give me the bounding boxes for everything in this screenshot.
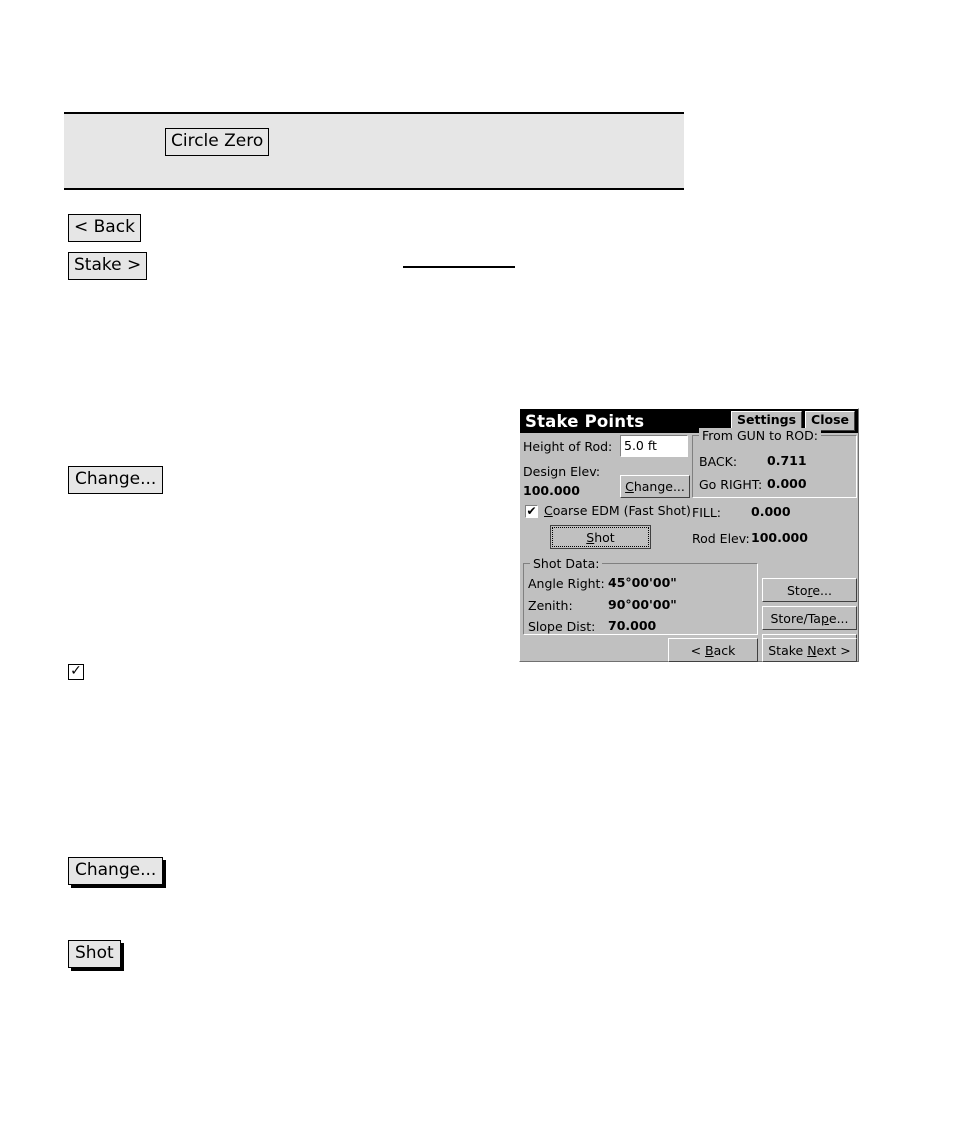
stake-button-doc[interactable]: Stake > bbox=[68, 252, 148, 280]
fill-label: FILL: bbox=[692, 505, 722, 520]
back-button-doc[interactable]: < Back bbox=[68, 214, 141, 242]
dialog-back-button[interactable]: < Back bbox=[668, 638, 758, 662]
change-accel-letter: C bbox=[625, 479, 634, 494]
zenith-label: Zenith: bbox=[528, 598, 573, 613]
store-button-label-pre: Sto bbox=[787, 582, 808, 598]
change-button-doc-2[interactable]: Change... bbox=[68, 857, 164, 885]
dialog-back-label-rest: ack bbox=[713, 642, 736, 658]
go-right-label: Go RIGHT: bbox=[699, 477, 763, 492]
coarse-edm-label: Coarse EDM (Fast Shot) bbox=[544, 503, 691, 518]
shot-button-label: hot bbox=[594, 529, 615, 545]
dialog-back-label-pre: < bbox=[690, 642, 706, 658]
page-header-band bbox=[64, 112, 684, 190]
dialog-body: Height of Rod: 5.0 ft Design Elev: 100.0… bbox=[520, 428, 858, 662]
store-button-label-rest: e... bbox=[812, 582, 832, 598]
design-elev-value: 100.000 bbox=[523, 483, 580, 498]
fill-value: 0.000 bbox=[751, 504, 791, 519]
rod-elev-label: Rod Elev: bbox=[692, 531, 750, 546]
slope-dist-label: Slope Dist: bbox=[528, 619, 596, 634]
rod-elev-value: 100.000 bbox=[751, 530, 808, 545]
height-of-rod-input[interactable]: 5.0 ft bbox=[620, 435, 688, 457]
back-distance-value: 0.711 bbox=[767, 453, 807, 468]
horizontal-rule bbox=[403, 266, 515, 268]
coarse-edm-accel-letter: C bbox=[544, 503, 553, 518]
height-of-rod-label: Height of Rod: bbox=[523, 439, 613, 454]
from-gun-to-rod-title: From GUN to ROD: bbox=[699, 428, 821, 443]
shot-button-doc[interactable]: Shot bbox=[68, 940, 121, 968]
change-button-label: hange... bbox=[633, 479, 685, 494]
store-tape-button[interactable]: Store/Tape... bbox=[762, 606, 857, 630]
shot-button[interactable]: Shot bbox=[550, 525, 651, 549]
zenith-value: 90°00'00" bbox=[608, 597, 677, 612]
store-button[interactable]: Store... bbox=[762, 578, 857, 602]
shot-data-title: Shot Data: bbox=[530, 556, 603, 571]
slope-dist-value: 70.000 bbox=[608, 618, 657, 633]
from-gun-to-rod-group: From GUN to ROD: BACK: 0.711 Go RIGHT: 0… bbox=[692, 428, 857, 498]
go-right-value: 0.000 bbox=[767, 476, 807, 491]
store-tape-label-rest: e... bbox=[828, 610, 849, 626]
change-button-doc-1[interactable]: Change... bbox=[68, 466, 164, 494]
stake-next-button[interactable]: Stake Next > bbox=[762, 638, 857, 662]
checkbox-doc[interactable]: ✓ bbox=[68, 664, 84, 680]
circle-zero-button[interactable]: Circle Zero bbox=[165, 128, 270, 156]
change-button[interactable]: Change... bbox=[620, 475, 690, 498]
stake-next-accel-letter: N bbox=[807, 642, 817, 658]
store-tape-label-pre: Store/Ta bbox=[770, 610, 821, 626]
angle-right-value: 45°00'00" bbox=[608, 575, 677, 590]
coarse-edm-checkbox[interactable]: ✔ bbox=[525, 505, 538, 518]
stake-next-label-rest: ext > bbox=[816, 642, 851, 658]
coarse-edm-label-rest: oarse EDM (Fast Shot) bbox=[552, 503, 691, 518]
angle-right-label: Angle Right: bbox=[528, 576, 605, 591]
shot-data-group: Shot Data: Angle Right: 45°00'00" Zenith… bbox=[523, 556, 758, 635]
stake-points-dialog: Stake Points Settings Close Height of Ro… bbox=[519, 408, 859, 662]
dialog-back-accel-letter: B bbox=[705, 642, 714, 658]
stake-next-label-pre: Stake bbox=[768, 642, 808, 658]
design-elev-label: Design Elev: bbox=[523, 464, 601, 479]
store-tape-accel-letter: p bbox=[820, 610, 829, 626]
back-distance-label: BACK: bbox=[699, 454, 738, 469]
